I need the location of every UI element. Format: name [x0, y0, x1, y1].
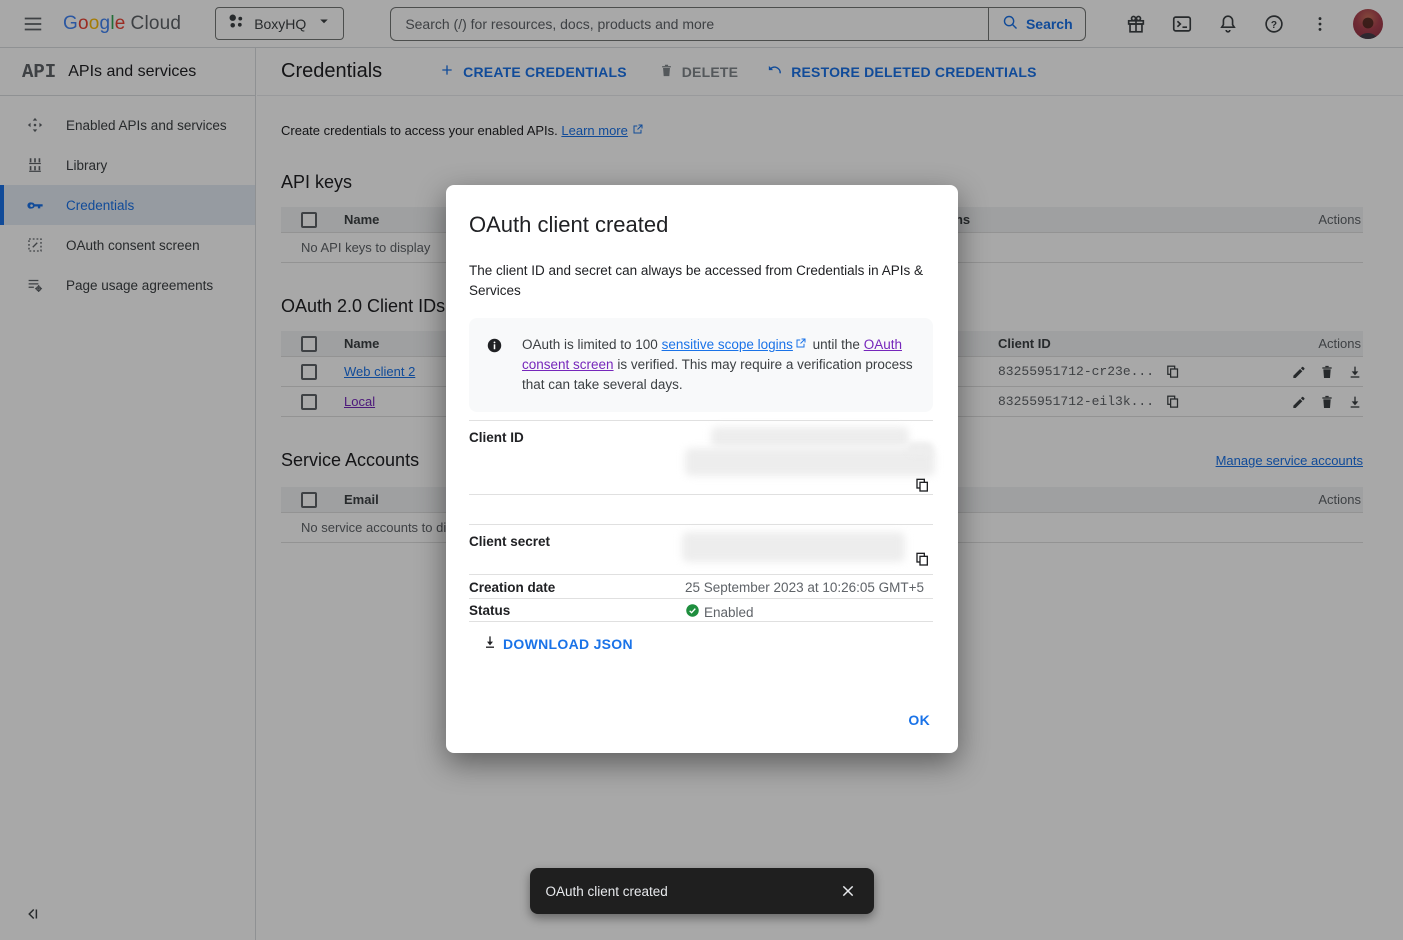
- check-circle-icon: [685, 603, 700, 621]
- copy-icon[interactable]: [914, 551, 930, 570]
- oauth-limit-notice: OAuth is limited to 100 sensitive scope …: [469, 318, 933, 412]
- client-id-label: Client ID: [469, 421, 685, 494]
- creation-date-row: Creation date 25 September 2023 at 10:26…: [469, 574, 933, 598]
- toast-message: OAuth client created: [546, 884, 668, 899]
- client-secret-label: Client secret: [469, 525, 685, 574]
- info-icon: [486, 337, 503, 395]
- dialog-title: OAuth client created: [469, 212, 933, 238]
- redacted-client-id: [711, 427, 909, 447]
- creation-date-label: Creation date: [469, 575, 685, 598]
- client-id-row: Client ID: [469, 420, 933, 494]
- download-json-button[interactable]: DOWNLOAD JSON: [482, 634, 933, 653]
- status-value: Enabled: [704, 605, 754, 620]
- sensitive-scope-logins-link[interactable]: sensitive scope logins: [662, 337, 793, 352]
- dialog-description: The client ID and secret can always be a…: [469, 261, 927, 301]
- creation-date-value: 25 September 2023 at 10:26:05 GMT+5: [685, 575, 933, 598]
- notice-text: OAuth is limited to 100 sensitive scope …: [522, 335, 915, 395]
- toast-snackbar: OAuth client created: [530, 868, 874, 914]
- download-icon: [482, 634, 498, 653]
- external-link-icon: [795, 337, 807, 352]
- ok-button[interactable]: OK: [908, 712, 930, 728]
- redacted-client-id: [685, 448, 935, 476]
- client-secret-row: Client secret: [469, 524, 933, 574]
- client-id-value-redacted: [685, 421, 933, 494]
- oauth-client-created-dialog: OAuth client created The client ID and s…: [446, 185, 958, 753]
- status-label: Status: [469, 599, 685, 621]
- close-icon[interactable]: [838, 881, 858, 901]
- dialog-fields: Client ID Client secret Creation date: [469, 420, 933, 622]
- spacer-row: [469, 494, 933, 524]
- redacted-client-secret: [682, 532, 905, 562]
- redacted-client-id: [907, 442, 933, 455]
- status-row: Status Enabled: [469, 598, 933, 622]
- client-secret-value-redacted: [685, 525, 933, 574]
- copy-icon[interactable]: [914, 477, 930, 496]
